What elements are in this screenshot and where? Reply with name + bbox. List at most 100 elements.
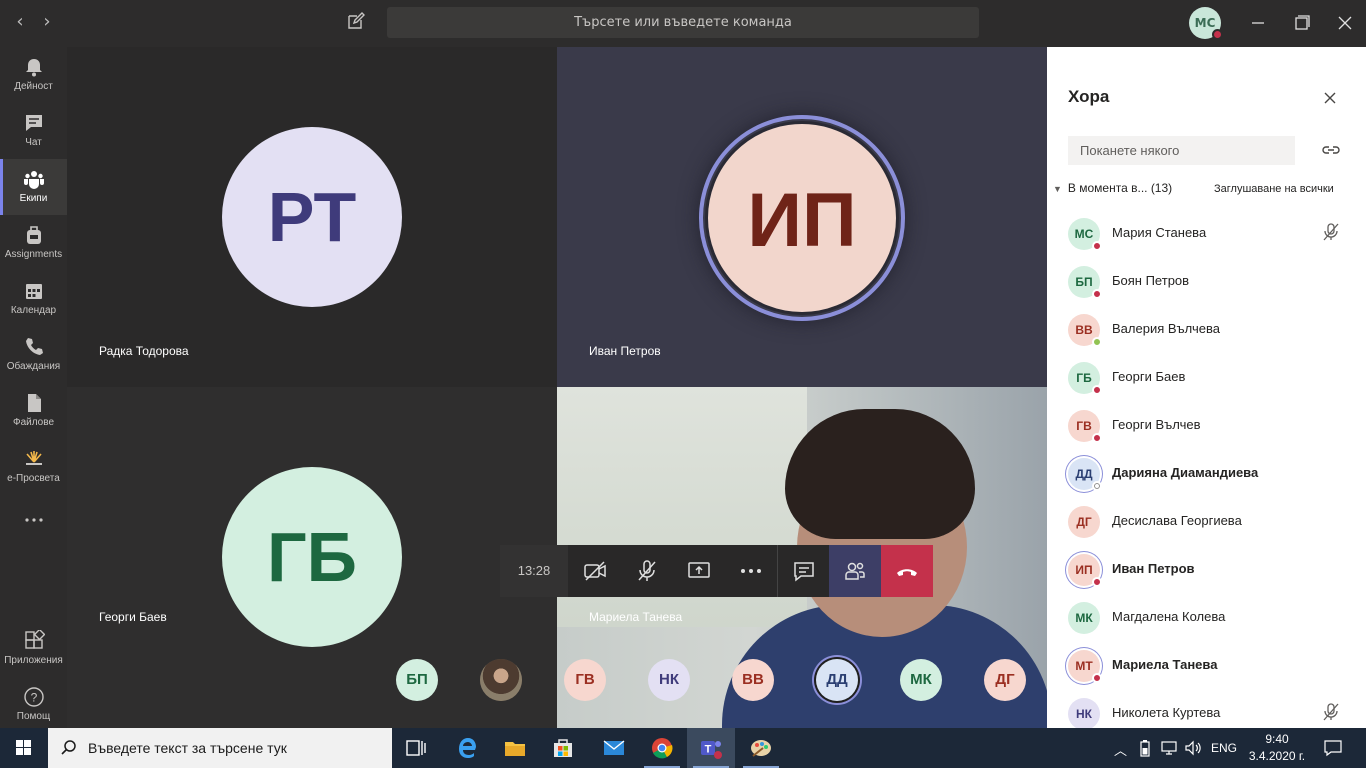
participant-avatar: РТ <box>222 127 402 307</box>
participant-name: Мариела Танева <box>589 610 683 624</box>
rail-item-files[interactable]: Файлове <box>0 383 67 439</box>
notifications-icon[interactable] <box>1323 739 1343 757</box>
taskbar-search-input[interactable]: Въведете текст за търсене тук <box>48 728 392 768</box>
section-header[interactable]: ▼ В момента в... (13) <box>1053 181 1172 195</box>
person-avatar: ГБ <box>1068 362 1102 395</box>
rail-label: Чат <box>25 137 42 148</box>
rail-item-calls[interactable]: Обаждания <box>0 327 67 383</box>
minimize-icon[interactable] <box>1245 10 1271 36</box>
person-row[interactable]: ГВ Георги Вълчев <box>1047 401 1366 449</box>
windows-start-icon[interactable] <box>0 728 48 768</box>
more-actions-button[interactable] <box>725 545 777 597</box>
person-name: Боян Петров <box>1112 273 1190 288</box>
show-conversation-button[interactable] <box>777 545 829 597</box>
person-row[interactable]: БП Боян Петров <box>1047 257 1366 305</box>
strip-avatar[interactable]: БП <box>396 659 438 701</box>
mail-icon[interactable] <box>590 728 638 768</box>
person-row[interactable]: ДД Дарияна Диамандиева <box>1047 449 1366 497</box>
strip-avatar[interactable]: ДД <box>816 659 858 701</box>
person-row[interactable]: ГБ Георги Баев <box>1047 353 1366 401</box>
input-language[interactable]: ENG <box>1211 741 1237 755</box>
volume-icon[interactable] <box>1184 739 1202 757</box>
strip-avatar[interactable]: ВВ <box>732 659 774 701</box>
more-apps-button[interactable] <box>0 495 67 551</box>
video-tile-rt[interactable]: РТ Радка Тодорова <box>67 47 557 387</box>
person-avatar: МС <box>1068 218 1102 251</box>
person-row[interactable]: МС Мария Станева <box>1047 209 1366 257</box>
file-explorer-icon[interactable] <box>491 728 539 768</box>
maximize-icon[interactable] <box>1288 10 1314 36</box>
back-icon[interactable]: ‹ <box>8 10 32 34</box>
taskbar-search-placeholder: Въведете текст за търсене тук <box>88 740 287 756</box>
copy-link-icon[interactable] <box>1320 139 1342 161</box>
share-screen-button[interactable] <box>673 545 725 597</box>
teams-taskbar-icon[interactable]: T <box>687 728 735 768</box>
rail-item-activity[interactable]: Дейност <box>0 47 67 103</box>
teams-icon <box>24 171 44 189</box>
video-tile-ip[interactable]: ИП Иван Петров <box>557 47 1047 387</box>
person-row[interactable]: ДГ Десислава Георгиева <box>1047 497 1366 545</box>
compose-icon[interactable] <box>346 11 370 35</box>
user-avatar[interactable]: МС <box>1189 7 1223 40</box>
clock-time[interactable]: 9:40 <box>1244 732 1310 746</box>
participant-avatar: ГБ <box>222 467 402 647</box>
rail-item-eprosveta[interactable]: е-Просвета <box>0 439 67 495</box>
rail-label: Assignments <box>4 249 63 260</box>
person-row[interactable]: ИП Иван Петров <box>1047 545 1366 593</box>
chrome-icon[interactable] <box>638 728 686 768</box>
rail-item-apps[interactable]: Приложения <box>0 621 67 677</box>
call-controls: 13:28 <box>500 545 933 597</box>
person-initials: НК <box>1076 707 1092 721</box>
svg-text:T: T <box>705 744 712 756</box>
rail-item-teams[interactable]: Екипи <box>0 159 67 215</box>
rail-item-chat[interactable]: Чат <box>0 103 67 159</box>
available-status-icon <box>1092 337 1102 347</box>
hang-up-button[interactable] <box>881 545 933 597</box>
rail-label: Дейност <box>14 81 53 92</box>
avatar-photo <box>480 659 522 701</box>
tray-chevron-icon[interactable]: ︿ <box>1114 740 1127 759</box>
task-view-icon[interactable] <box>392 728 440 768</box>
clock-date[interactable]: 3.4.2020 г. <box>1244 749 1310 763</box>
strip-avatar[interactable]: ДГ <box>984 659 1026 701</box>
person-initials: ВВ <box>1075 323 1093 337</box>
strip-avatar-photo[interactable] <box>480 659 522 701</box>
invite-input[interactable]: Поканете някого <box>1068 136 1295 165</box>
person-initials: ДД <box>1075 467 1093 481</box>
paint-icon[interactable] <box>737 728 785 768</box>
person-row[interactable]: ВВ Валерия Вълчева <box>1047 305 1366 353</box>
close-window-icon[interactable] <box>1332 10 1358 36</box>
call-timer: 13:28 <box>500 545 568 597</box>
rail-label: Обаждания <box>6 361 61 372</box>
person-name: Георги Баев <box>1112 369 1186 384</box>
person-name: Дарияна Диамандиева <box>1112 465 1259 480</box>
rail-item-assignments[interactable]: Assignments <box>0 215 67 271</box>
command-search-input[interactable]: Търсете или въведете команда <box>387 7 979 38</box>
rail-item-help[interactable]: ? Помощ <box>0 677 67 733</box>
rail-item-calendar[interactable]: Календар <box>0 271 67 327</box>
close-icon[interactable] <box>1320 88 1340 108</box>
more-icon <box>25 518 43 522</box>
strip-avatar[interactable]: НК <box>648 659 690 701</box>
person-name: Николета Куртева <box>1112 705 1221 720</box>
store-icon[interactable] <box>539 728 587 768</box>
show-participants-button[interactable] <box>829 545 881 597</box>
camera-toggle-button[interactable] <box>569 545 621 597</box>
person-avatar: БП <box>1068 266 1102 299</box>
mute-all-button[interactable]: Заглушаване на всички <box>1214 183 1334 195</box>
person-row[interactable]: МК Магдалена Колева <box>1047 593 1366 641</box>
person-row[interactable]: МТ Мариела Танева <box>1047 641 1366 689</box>
strip-avatar[interactable]: МК <box>900 659 942 701</box>
network-icon[interactable] <box>1160 740 1178 756</box>
battery-icon[interactable] <box>1138 739 1152 757</box>
panel-title: Хора <box>1068 87 1110 106</box>
forward-icon[interactable]: › <box>35 10 59 34</box>
strip-avatar[interactable]: ГВ <box>564 659 606 701</box>
rail-label: Екипи <box>19 193 48 204</box>
mic-toggle-button[interactable] <box>621 545 673 597</box>
eprosveta-icon <box>26 451 42 465</box>
person-initials: МС <box>1074 227 1094 241</box>
mic-off-icon <box>638 560 656 581</box>
share-icon <box>688 562 710 578</box>
edge-icon[interactable] <box>443 728 491 768</box>
